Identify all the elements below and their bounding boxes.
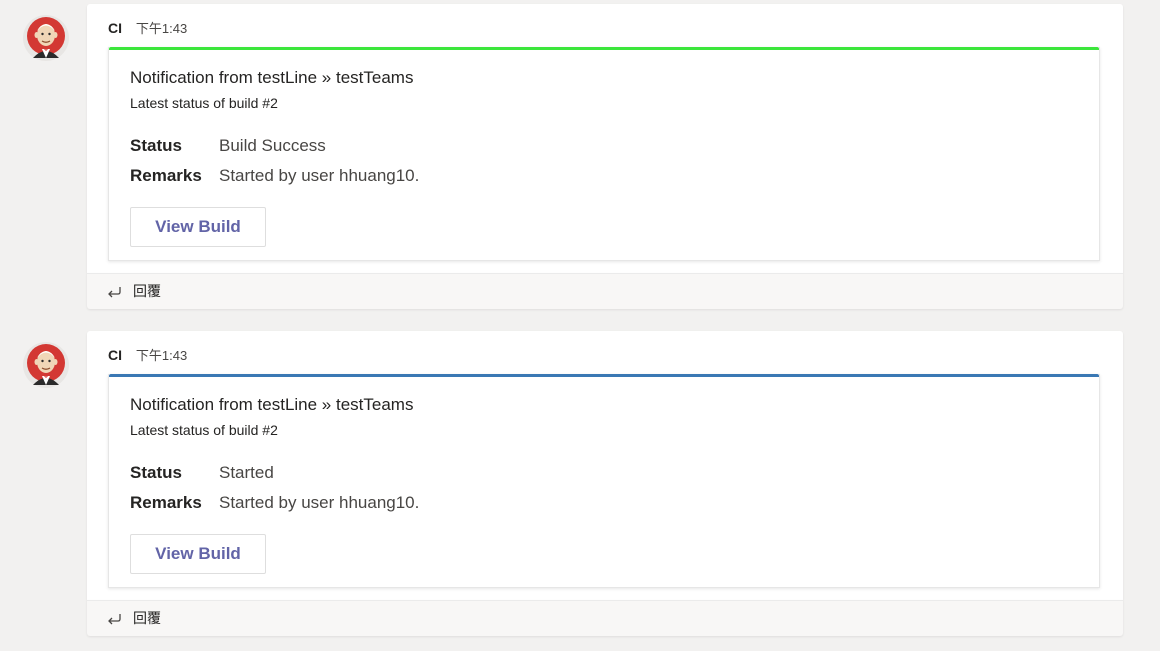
card-title: Notification from testLine » testTeams [130,395,414,414]
reply-arrow-icon [105,283,123,301]
fact-remarks: Remarks Started by user hhuang10. [130,492,419,514]
reply-arrow-icon [105,610,123,628]
fact-value: Started by user hhuang10. [219,493,420,512]
view-build-button[interactable]: View Build [130,534,266,574]
message-header: CI 下午1:43 [108,19,187,37]
fact-remarks: Remarks Started by user hhuang10. [130,165,419,187]
reply-label: 回覆 [133,610,161,626]
sender-name[interactable]: CI [108,347,122,363]
fact-label: Status [130,463,182,482]
fact-status: Status Build Success [130,135,326,157]
message-header: CI 下午1:43 [108,346,187,364]
message-thread: CI 下午1:43 Notification from testLine » t… [0,327,1160,636]
card-subtitle: Latest status of build #2 [130,422,278,438]
message-card: CI 下午1:43 Notification from testLine » t… [87,331,1123,600]
reply-label: 回覆 [133,283,161,299]
view-build-button[interactable]: View Build [130,207,266,247]
fact-value: Started by user hhuang10. [219,166,420,185]
fact-label: Status [130,136,182,155]
message-timestamp: 下午1:43 [135,21,188,36]
fact-value: Started [219,463,274,482]
reply-button[interactable]: 回覆 [87,273,1123,309]
message-timestamp: 下午1:43 [135,348,188,363]
card-title: Notification from testLine » testTeams [130,68,414,87]
jenkins-butler-icon[interactable] [22,14,70,62]
card-subtitle: Latest status of build #2 [130,95,278,111]
adaptive-card: Notification from testLine » testTeams L… [108,47,1100,261]
sender-name[interactable]: CI [108,20,122,36]
card-accent-bar [109,374,1099,377]
jenkins-butler-icon[interactable] [22,341,70,389]
fact-label: Remarks [130,493,202,512]
reply-button[interactable]: 回覆 [87,600,1123,636]
adaptive-card: Notification from testLine » testTeams L… [108,374,1100,588]
fact-value: Build Success [219,136,326,155]
message-card: CI 下午1:43 Notification from testLine » t… [87,4,1123,273]
card-accent-bar [109,47,1099,50]
fact-status: Status Started [130,462,274,484]
message-thread: CI 下午1:43 Notification from testLine » t… [0,0,1160,309]
fact-label: Remarks [130,166,202,185]
